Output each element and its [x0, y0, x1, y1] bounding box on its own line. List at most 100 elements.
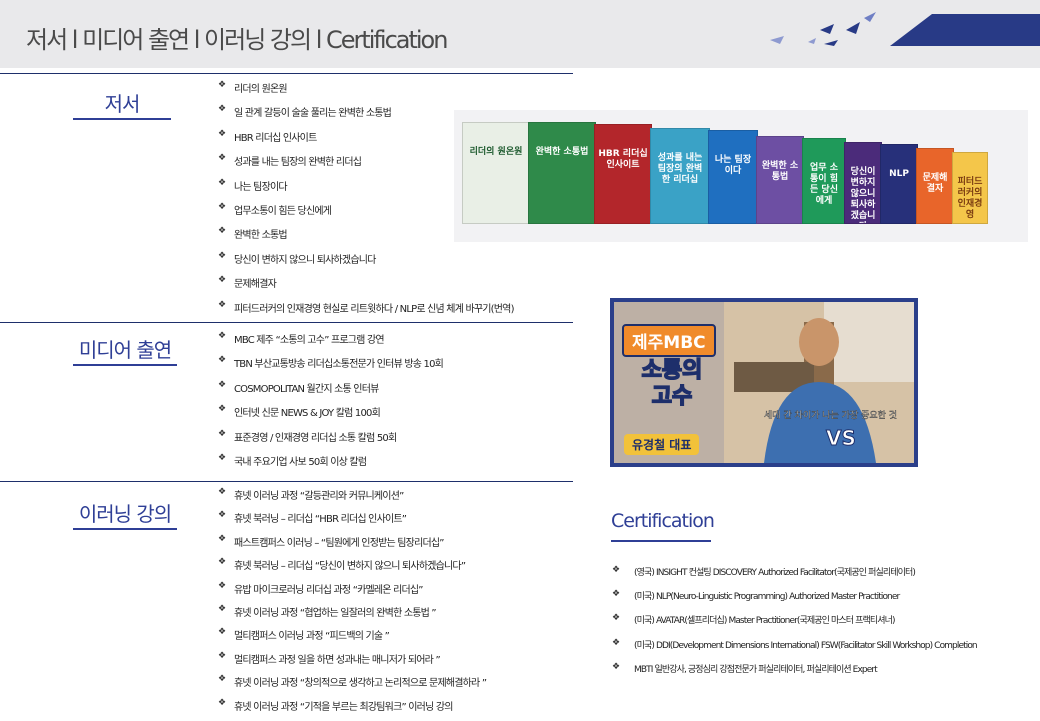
list-item: ❖ 패스트캠퍼스 이러닝 – “팀원에게 인정받는 팀장리더십”	[218, 533, 444, 549]
book-cover: 당신이 변하지 않으니 퇴사하겠습니다	[844, 142, 882, 224]
list-item: ❖ 휴넷 북러닝 – 리더십 “HBR 리더십 인사이트”	[218, 510, 407, 526]
list-item: ❖ 유밥 마이크로러닝 리더십 과정 “카멜레온 리더십”	[218, 580, 423, 596]
book-cover: 완벽한 소통법	[756, 136, 804, 224]
section-divider	[0, 481, 573, 482]
bullet-icon: ❖	[612, 661, 620, 672]
list-item: ❖ COSMOPOLITAN 월간지 소통 인터뷰	[218, 379, 379, 395]
list-item: ❖ (영국) INSIGHT 컨설팅 DISCOVERY Authorized F…	[612, 565, 916, 578]
book-cover-title: 피터드러커의 인재경영	[957, 177, 983, 220]
section-divider	[0, 73, 573, 74]
book-cover: HBR 리더십 인사이트	[594, 124, 652, 224]
book-cover: 나는 팀장이다	[708, 130, 758, 224]
list-item: ❖ (미국) DDI(Development Dimensions Interna…	[612, 637, 978, 651]
bullet-icon: ❖	[218, 674, 226, 685]
list-item: ❖ 국내 주요기업 사보 50회 이상 칼럼	[218, 452, 367, 468]
section-underline	[73, 364, 177, 366]
tv-program-title: 소통의 고수	[641, 357, 703, 410]
bullet-icon: ❖	[218, 80, 226, 90]
book-cover-title: 당신이 변하지 않으니 퇴사하겠습니다	[850, 167, 876, 223]
list-item: ❖ 휴넷 북러닝 – 리더십 “당신이 변하지 않으니 퇴사하겠습니다”	[218, 557, 466, 573]
bullet-icon: ❖	[218, 104, 226, 115]
book-cover-title: 문제해결자	[922, 173, 948, 194]
bullet-icon: ❖	[218, 404, 226, 415]
bullet-icon: ❖	[218, 177, 226, 188]
tv-program-image: 제주MBC 소통의 고수 유경철 대표 세대 간 차이가 나는 가장 중요한 것…	[610, 298, 918, 467]
bullet-icon: ❖	[218, 226, 226, 237]
list-item: ❖ 당신이 변하지 않으니 퇴사하겠습니다	[218, 250, 376, 266]
bullet-icon: ❖	[218, 580, 226, 591]
bullet-icon: ❖	[218, 557, 226, 568]
tv-channel-label: 제주MBC	[622, 324, 716, 357]
list-item: ❖ MBC 제주 “소통의 고수” 프로그램 강연	[218, 331, 385, 346]
list-item: ❖ (미국) NLP(Neuro-Linguistic Programming) …	[612, 589, 900, 603]
book-cover: 피터드러커의 인재경영	[952, 152, 988, 224]
bullet-icon: ❖	[218, 275, 226, 286]
list-item: ❖ 인터넷 신문 NEWS & JOY 칼럼 100회	[218, 404, 381, 420]
section-underline	[73, 118, 171, 120]
book-cover-title: 나는 팀장이다	[714, 155, 752, 176]
list-item: ❖ 문제해결자	[218, 275, 277, 291]
section-underline	[73, 528, 177, 530]
tv-vs-text: VS	[826, 426, 857, 451]
section-label-books: 저서	[104, 92, 141, 116]
book-cover-title: HBR 리더십 인사이트	[598, 149, 648, 170]
page-title: 저서 l 미디어 출연 l 이러닝 강의 l Certification	[26, 26, 448, 54]
bullet-icon: ❖	[218, 128, 226, 139]
bullet-icon: ❖	[218, 510, 226, 521]
book-cover: 리더의 원온원	[462, 122, 530, 224]
list-item: ❖ (미국) AVATAR(셀프리더십) Master Practitioner(…	[612, 613, 896, 627]
media-list: ❖ MBC 제주 “소통의 고수” 프로그램 강연 ❖ TBN 부산교통방송 리더십…	[218, 331, 444, 477]
tv-caption: 세대 간 차이가 나는 가장 중요한 것	[764, 411, 898, 421]
elearning-list: ❖ 휴넷 이러닝 과정 “갈등관리와 커뮤니케이션” ❖ 휴넷 북러닝 – 리더십 …	[218, 487, 487, 721]
bullet-icon: ❖	[612, 589, 620, 600]
book-cover: 완벽한 소통법	[528, 122, 596, 224]
book-cover-title: 리더의 원온원	[469, 147, 523, 157]
page-header: 저서 l 미디어 출연 l 이러닝 강의 l Certification	[0, 0, 1040, 68]
book-cover-title: 성과를 내는 팀장의 완벽한 리더십	[657, 153, 703, 185]
bullet-icon: ❖	[218, 487, 226, 497]
bullet-icon: ❖	[218, 250, 226, 261]
book-cover: 문제해결자	[916, 148, 954, 224]
certification-underline	[611, 540, 711, 542]
bullet-icon: ❖	[218, 533, 226, 544]
bullet-icon: ❖	[218, 201, 226, 212]
bullet-icon: ❖	[218, 603, 226, 614]
book-covers-image: 리더의 원온원 완벽한 소통법 HBR 리더십 인사이트 성과를 내는 팀장의 완벽한…	[454, 110, 1028, 242]
bullet-icon: ❖	[218, 299, 226, 310]
bullet-icon: ❖	[218, 650, 226, 661]
tv-presenter: 유경철 대표	[624, 434, 700, 455]
list-item: ❖ MBTI 일반강사, 긍정심리 강점전문가 퍼실리테이터, 퍼실리테이션 Ex…	[612, 661, 878, 675]
book-cover-title: NLP	[889, 169, 909, 179]
bullet-icon: ❖	[218, 379, 226, 390]
bullet-icon: ❖	[218, 697, 226, 708]
list-item: ❖ 휴넷 이러닝 과정 “갈등관리와 커뮤니케이션”	[218, 487, 404, 502]
certification-title: Certification	[611, 510, 715, 532]
bullet-icon: ❖	[218, 355, 226, 366]
tv-screen: 제주MBC 소통의 고수 유경철 대표 세대 간 차이가 나는 가장 중요한 것…	[614, 302, 914, 463]
list-item: ❖ 휴넷 이러닝 과정 “창의적으로 생각하고 논리적으로 문제해결하라 ”	[218, 674, 487, 690]
list-item: ❖ 휴넷 이러닝 과정 “기적을 부르는 최강팀워크” 이러닝 강의	[218, 697, 453, 713]
book-cover-title: 완벽한 소통법	[761, 161, 799, 182]
list-item: ❖ 표준경영 / 인재경영 리더십 소통 칼럼 50회	[218, 428, 397, 444]
header-decoration	[770, 12, 1040, 46]
list-item: ❖ 휴넷 이러닝 과정 “협업하는 일잘러의 완벽한 소통법 ”	[218, 603, 437, 619]
bullet-icon: ❖	[612, 637, 620, 648]
section-label-elearning: 이러닝 강의	[78, 502, 172, 526]
list-item: ❖ 피터드러커의 인재경영 현실로 리트윗하다 / NLP로 신념 체계 바꾸기(…	[218, 299, 514, 315]
list-item: ❖ 리더의 원온원	[218, 80, 288, 95]
book-cover: 업무 소통이 힘든 당신에게	[802, 138, 846, 224]
bullet-icon: ❖	[218, 331, 226, 341]
list-item: ❖ 멀티캠퍼스 이러닝 과정 “피드백의 기술 ”	[218, 627, 390, 643]
book-cover: 성과를 내는 팀장의 완벽한 리더십	[650, 128, 710, 224]
section-label-media: 미디어 출연	[78, 338, 172, 362]
bullet-icon: ❖	[218, 452, 226, 463]
list-item: ❖ TBN 부산교통방송 리더십소통전문가 인터뷰 방송 10회	[218, 355, 444, 371]
book-cover-title: 업무 소통이 힘든 당신에게	[810, 163, 838, 206]
bullet-icon: ❖	[218, 153, 226, 164]
bullet-icon: ❖	[612, 565, 620, 575]
bullet-icon: ❖	[612, 613, 620, 624]
certification-list: ❖ (영국) INSIGHT 컨설팅 DISCOVERY Authorized F…	[612, 565, 978, 686]
bullet-icon: ❖	[218, 428, 226, 439]
book-cover: NLP	[880, 144, 918, 224]
list-item: ❖ 멀티캠퍼스 과정 일을 하면 성과내는 매니저가 되어라 ”	[218, 650, 441, 666]
